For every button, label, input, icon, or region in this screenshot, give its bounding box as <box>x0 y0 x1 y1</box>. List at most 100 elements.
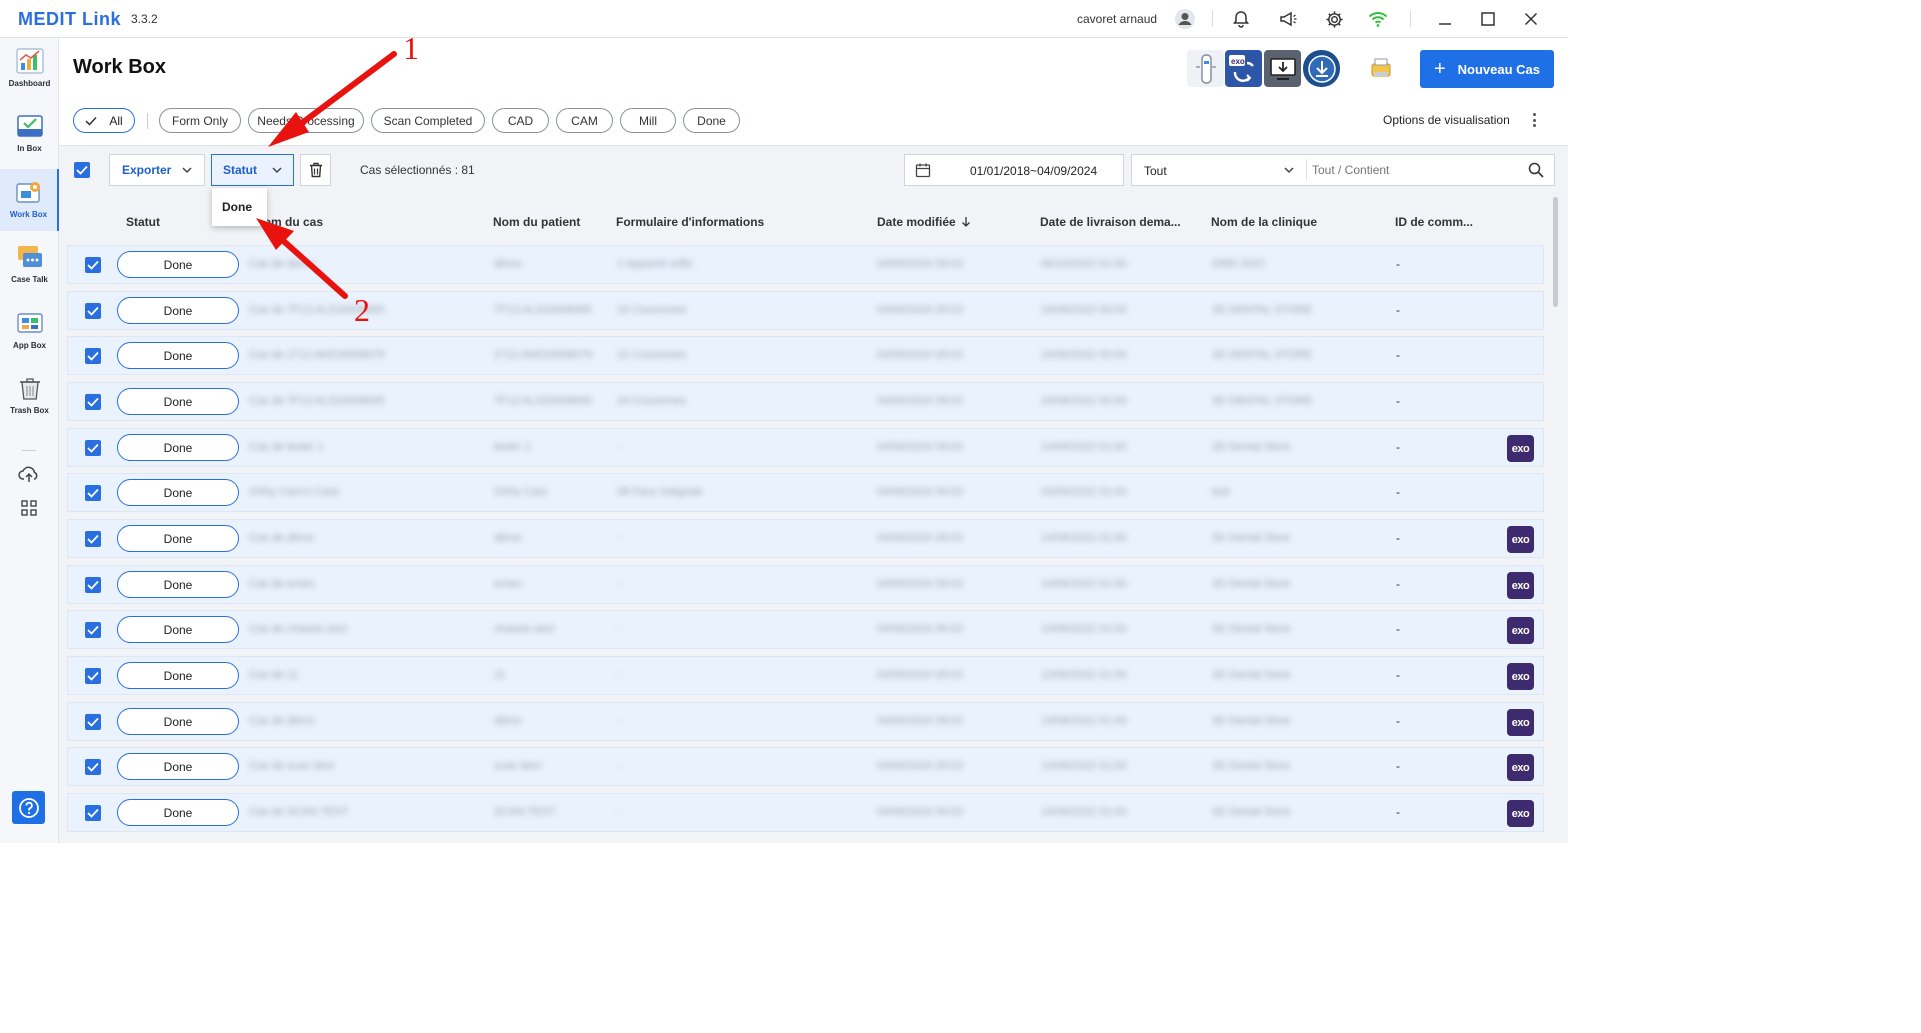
table-row[interactable]: Done Cas de TF13 ALS20008065 TF13 ALS20008… <box>67 291 1544 330</box>
sidebar-item-casetalk[interactable]: Case Talk <box>0 234 59 296</box>
row-checkbox[interactable] <box>85 577 101 593</box>
status-badge[interactable]: Done <box>117 616 239 643</box>
chip-scan-completed[interactable]: Scan Completed <box>371 108 485 133</box>
row-checkbox[interactable] <box>85 668 101 684</box>
column-header-order-id[interactable]: ID de comm... <box>1395 215 1473 229</box>
table-row[interactable]: Done Orthy Caro's Case Orthy Caro 08 Faux I… <box>67 473 1544 512</box>
more-options-icon[interactable] <box>1530 111 1538 129</box>
chip-done[interactable]: Done <box>683 108 740 133</box>
table-row[interactable]: Done Cas de SCAN TEST SCAN TEST - 04/09/2024… <box>67 793 1544 832</box>
status-badge[interactable]: Done <box>117 297 239 324</box>
delete-button[interactable] <box>300 154 331 186</box>
row-checkbox[interactable] <box>85 394 101 410</box>
sidebar-item-appbox[interactable]: App Box <box>0 300 59 362</box>
chip-mill[interactable]: Mill <box>620 108 676 133</box>
help-button[interactable] <box>12 791 45 824</box>
status-badge[interactable]: Done <box>117 479 239 506</box>
search-scope-select[interactable]: Tout <box>1144 164 1167 178</box>
status-badge[interactable]: Done <box>117 708 239 735</box>
row-checkbox[interactable] <box>85 714 101 730</box>
exocad-icon[interactable]: exo <box>1507 754 1534 781</box>
scrollbar[interactable] <box>1553 197 1558 307</box>
row-checkbox[interactable] <box>85 531 101 547</box>
row-checkbox[interactable] <box>85 622 101 638</box>
gear-icon[interactable] <box>1323 8 1345 30</box>
status-badge[interactable]: Done <box>117 753 239 780</box>
megaphone-icon[interactable] <box>1277 8 1299 30</box>
status-badge[interactable]: Done <box>117 662 239 689</box>
close-icon[interactable] <box>1520 8 1542 30</box>
row-checkbox[interactable] <box>85 348 101 364</box>
column-header-delivery-date[interactable]: Date de livraison dema... <box>1040 215 1181 229</box>
status-badge[interactable]: Done <box>117 525 239 552</box>
column-header-clinic[interactable]: Nom de la clinique <box>1211 215 1317 229</box>
date-range-picker[interactable]: 01/01/2018~04/09/2024 <box>904 154 1124 186</box>
scanner-app-icon[interactable] <box>1187 50 1224 87</box>
view-options-button[interactable]: Options de visualisation <box>1383 113 1510 127</box>
status-badge[interactable]: Done <box>117 388 239 415</box>
exocad-icon[interactable]: exo <box>1507 800 1534 827</box>
exocad-icon[interactable]: exo <box>1507 709 1534 736</box>
cloud-upload-icon[interactable] <box>18 463 40 485</box>
sidebar-item-workbox[interactable]: Work Box <box>0 169 59 231</box>
user-name[interactable]: cavoret arnaud <box>1077 12 1157 26</box>
sidebar-item-trashbox[interactable]: Trash Box <box>0 365 59 427</box>
grid-icon[interactable] <box>18 497 40 519</box>
table-row[interactable]: Done Cas de TF13 ALS20008065 TF13 ALS20008… <box>67 382 1544 421</box>
status-badge[interactable]: Done <box>117 251 239 278</box>
chip-cam[interactable]: CAM <box>556 108 613 133</box>
status-badge[interactable]: Done <box>117 571 239 598</box>
row-checkbox[interactable] <box>85 759 101 775</box>
table-row[interactable]: Done Cas de démo démo - 04/09/2024 09:03 14/0… <box>67 519 1544 558</box>
row-checkbox[interactable] <box>85 485 101 501</box>
download-monitor-icon[interactable] <box>1264 50 1301 87</box>
search-icon[interactable] <box>1528 162 1544 178</box>
dropdown-option-done[interactable]: Done <box>222 200 252 214</box>
status-dropdown[interactable]: Statut <box>211 154 294 186</box>
sidebar-item-dashboard[interactable]: Dashboard <box>0 38 59 100</box>
export-dropdown[interactable]: Exporter <box>109 154 205 186</box>
avatar-icon[interactable] <box>1174 8 1196 30</box>
chip-all[interactable]: All <box>73 108 135 133</box>
exocad-icon[interactable]: exo <box>1507 663 1534 690</box>
search-input[interactable] <box>1312 159 1512 181</box>
exo-sync-icon[interactable]: exo <box>1225 50 1262 87</box>
column-header-form[interactable]: Formulaire d'informations <box>616 215 764 229</box>
column-header-status[interactable]: Statut <box>126 215 160 229</box>
chevron-down-icon[interactable] <box>1284 167 1294 174</box>
exocad-icon[interactable]: exo <box>1507 572 1534 599</box>
table-row[interactable]: Done Cas de ernes ernes - 04/09/2024 09:03 14… <box>67 565 1544 604</box>
cell-case: Cas de démo <box>249 532 315 544</box>
chip-needs-processing[interactable]: Needs Processing <box>248 108 364 133</box>
minimize-icon[interactable] <box>1434 8 1456 30</box>
row-checkbox[interactable] <box>85 440 101 456</box>
table-row[interactable]: Done Cas de scan dem scan dem - 04/09/2024 0… <box>67 747 1544 786</box>
download-app-icon[interactable] <box>1303 50 1340 87</box>
select-all-checkbox[interactable] <box>74 162 90 178</box>
column-header-patient-name[interactable]: Nom du patient <box>493 215 580 229</box>
table-row[interactable]: Done Cas de 2712 AKE20008079 2712 AKE20008… <box>67 336 1544 375</box>
row-checkbox[interactable] <box>85 303 101 319</box>
status-badge[interactable]: Done <box>117 434 239 461</box>
chip-form-only[interactable]: Form Only <box>159 108 241 133</box>
bell-icon[interactable] <box>1230 8 1252 30</box>
status-badge[interactable]: Done <box>117 342 239 369</box>
printer-icon[interactable] <box>1362 50 1399 87</box>
table-row[interactable]: Done Cas de demo démo 1 Appareil retfix 04/0… <box>67 245 1544 284</box>
new-case-button[interactable]: + Nouveau Cas <box>1420 50 1554 88</box>
table-row[interactable]: Done Cas de 11 11 - 04/09/2024 09:03 13/06/20… <box>67 656 1544 695</box>
maximize-icon[interactable] <box>1477 8 1499 30</box>
table-row[interactable]: Done Cas de chassis sect chassis sect - 04/0… <box>67 610 1544 649</box>
table-row[interactable]: Done Cas de démo démo - 04/09/2024 09:03 13/0… <box>67 702 1544 741</box>
row-checkbox[interactable] <box>85 257 101 273</box>
row-checkbox[interactable] <box>85 805 101 821</box>
exocad-icon[interactable]: exo <box>1507 617 1534 644</box>
sidebar-item-inbox[interactable]: In Box <box>0 103 59 165</box>
exocad-icon[interactable]: exo <box>1507 526 1534 553</box>
table-row[interactable]: Done Cas de tester 1 tester 1 - 04/09/2024 0… <box>67 428 1544 467</box>
chip-cad[interactable]: CAD <box>492 108 549 133</box>
exocad-icon[interactable]: exo <box>1507 435 1534 462</box>
status-badge[interactable]: Done <box>117 799 239 826</box>
column-header-date-modified[interactable]: Date modifiée <box>877 215 971 229</box>
chip-label: All <box>109 113 123 128</box>
